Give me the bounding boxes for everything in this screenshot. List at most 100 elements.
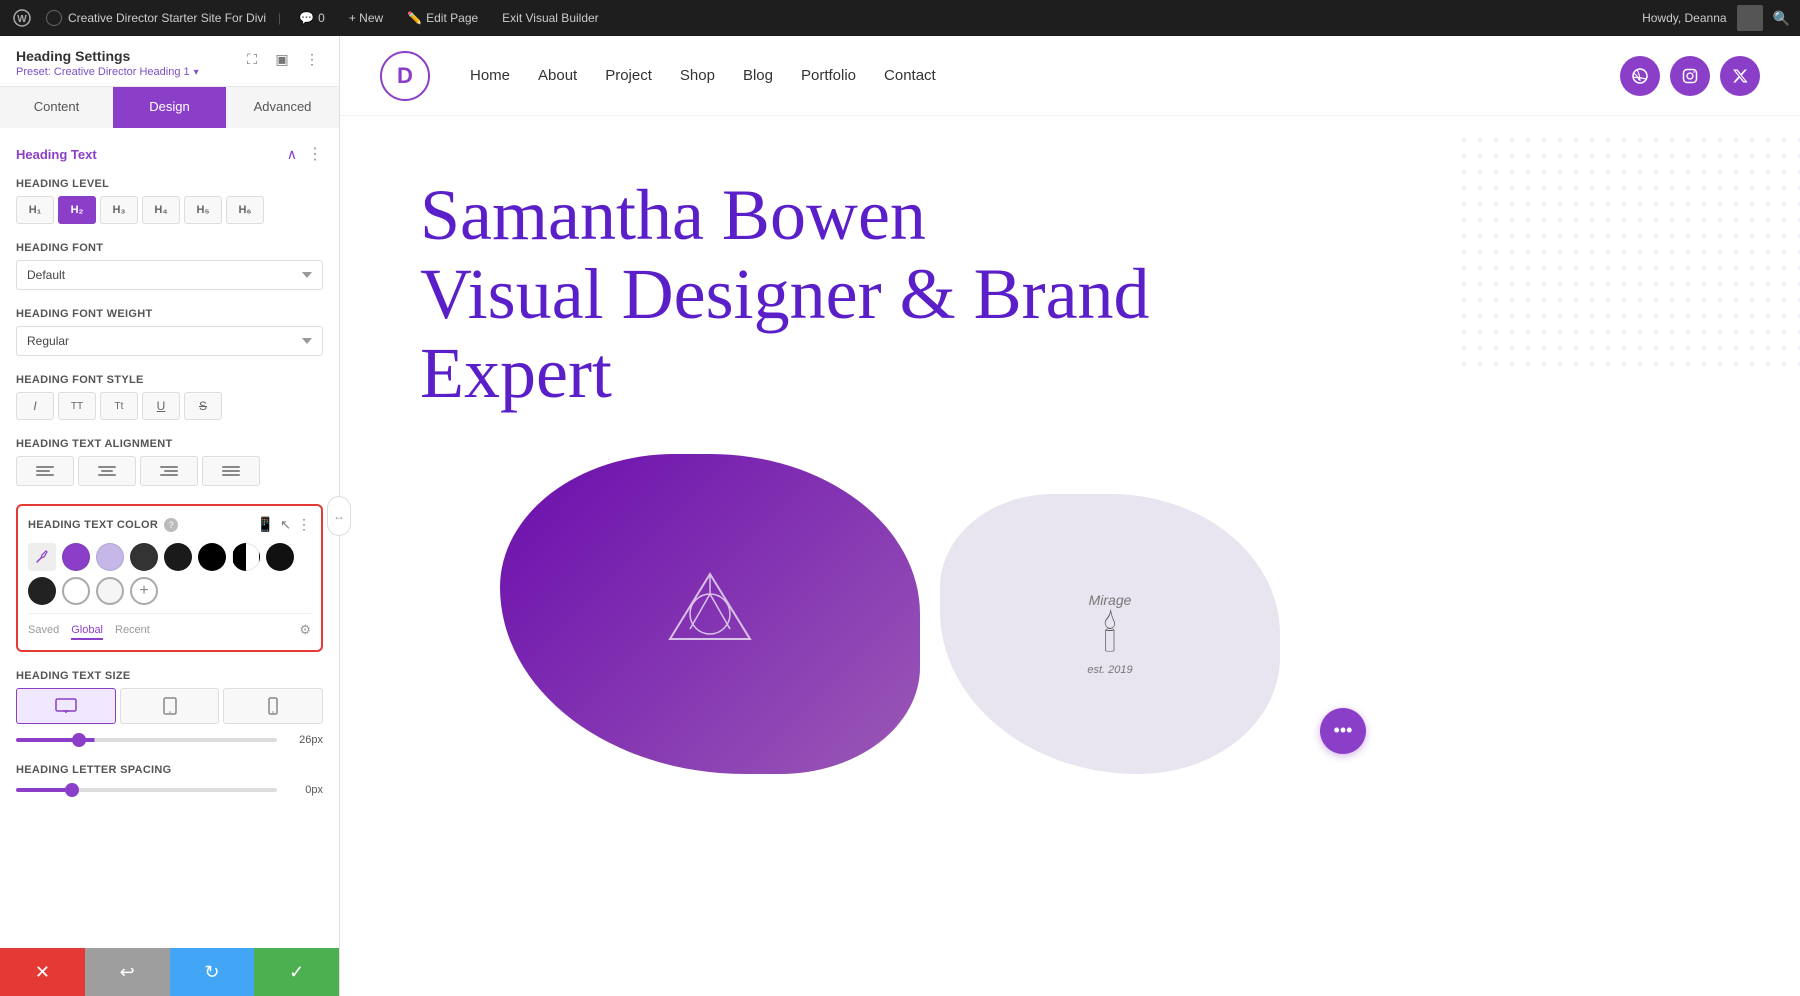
size-slider[interactable] xyxy=(16,738,277,742)
heading-level-label: Heading Level xyxy=(16,178,323,190)
swatch-outline-1[interactable] xyxy=(62,577,90,605)
save-button[interactable]: ✓ xyxy=(254,948,339,996)
h1-button[interactable]: H₁ xyxy=(16,196,54,224)
site-name[interactable]: Creative Director Starter Site For Divi xyxy=(46,10,266,26)
tablet-size-icon[interactable] xyxy=(120,688,220,724)
nav-portfolio[interactable]: Portfolio xyxy=(801,67,856,84)
letter-spacing-slider[interactable] xyxy=(16,788,277,792)
swatch-purple[interactable] xyxy=(62,543,90,571)
heading-font-select[interactable]: Default Open Sans Roboto Lato xyxy=(16,260,323,290)
tab-design[interactable]: Design xyxy=(113,87,226,128)
letter-spacing-container: 0px xyxy=(16,784,323,796)
color-cursor-icon[interactable]: ↖ xyxy=(280,517,291,533)
wp-logo[interactable]: W xyxy=(10,6,34,30)
panel-footer: ✕ ↩ ↻ ✓ xyxy=(0,948,339,996)
swatch-light-purple[interactable] xyxy=(96,543,124,571)
saved-tab[interactable]: Saved xyxy=(28,622,59,640)
avatar xyxy=(1737,5,1763,31)
admin-bar-right: Howdy, Deanna 🔍 xyxy=(1642,5,1790,31)
tab-advanced[interactable]: Advanced xyxy=(226,87,339,128)
color-settings-icon[interactable]: ⚙ xyxy=(299,622,311,640)
dribbble-button[interactable] xyxy=(1620,56,1660,96)
tab-content[interactable]: Content xyxy=(0,87,113,128)
heading-alignment-label: Heading Text Alignment xyxy=(16,438,323,450)
site-preview: D Home About Project Shop Blog Portfolio… xyxy=(340,36,1800,996)
columns-icon[interactable]: ▣ xyxy=(271,48,293,70)
color-more-icon[interactable]: ⋮ xyxy=(297,516,311,533)
italic-button[interactable]: I xyxy=(16,392,54,420)
dot-pattern-decoration xyxy=(1460,136,1800,396)
align-center-button[interactable] xyxy=(78,456,136,486)
section-collapse-icon[interactable]: ∧ xyxy=(287,146,297,163)
site-logo[interactable]: D xyxy=(380,51,430,101)
x-twitter-button[interactable] xyxy=(1720,56,1760,96)
nav-home[interactable]: Home xyxy=(470,67,510,84)
align-left-button[interactable] xyxy=(16,456,74,486)
heading-font-field: Heading Font Default Open Sans Roboto La… xyxy=(16,242,323,290)
heading-font-weight-select[interactable]: Regular Bold Light Medium xyxy=(16,326,323,356)
swatch-outline-2[interactable] xyxy=(96,577,124,605)
eyedropper-tool[interactable] xyxy=(28,543,56,571)
swatch-very-dark[interactable] xyxy=(266,543,294,571)
h5-button[interactable]: H₅ xyxy=(184,196,222,224)
uppercase-button[interactable]: TT xyxy=(58,392,96,420)
new-button[interactable]: + New xyxy=(343,11,389,25)
nav-project[interactable]: Project xyxy=(605,67,652,84)
instagram-button[interactable] xyxy=(1670,56,1710,96)
color-mobile-icon[interactable]: 📱 xyxy=(257,516,274,533)
section-menu-icon[interactable]: ⋮ xyxy=(307,144,323,164)
admin-bar: W Creative Director Starter Site For Div… xyxy=(0,0,1800,36)
heading-level-buttons: H₁ H₂ H₃ H₄ H₅ H₆ xyxy=(16,196,323,224)
comments-button[interactable]: 💬 0 xyxy=(293,11,331,25)
search-icon[interactable]: 🔍 xyxy=(1773,10,1790,27)
h2-button[interactable]: H₂ xyxy=(58,196,96,224)
cancel-button[interactable]: ✕ xyxy=(0,948,85,996)
panel-header: Heading Settings Preset: Creative Direct… xyxy=(0,36,339,87)
size-device-icons xyxy=(16,688,323,724)
nav-shop[interactable]: Shop xyxy=(680,67,715,84)
h4-button[interactable]: H₄ xyxy=(142,196,180,224)
heading-font-style-field: Heading Font Style I TT Tt U S xyxy=(16,374,323,420)
howdy-text: Howdy, Deanna xyxy=(1642,11,1727,25)
exit-builder-button[interactable]: Exit Visual Builder xyxy=(496,11,605,25)
capitalize-button[interactable]: Tt xyxy=(100,392,138,420)
nav-contact[interactable]: Contact xyxy=(884,67,936,84)
color-help-icon[interactable]: ? xyxy=(164,518,178,532)
desktop-size-icon[interactable] xyxy=(16,688,116,724)
fullscreen-icon[interactable]: ⛶ xyxy=(241,48,263,70)
nav-about[interactable]: About xyxy=(538,67,577,84)
align-justify-button[interactable] xyxy=(202,456,260,486)
edit-page-button[interactable]: ✏️ Edit Page xyxy=(401,11,484,25)
panel-header-icons: ⛶ ▣ ⋮ xyxy=(241,48,323,70)
section-header: Heading Text ∧ ⋮ xyxy=(16,144,323,164)
add-color-button[interactable]: + xyxy=(130,577,158,605)
swatch-near-black[interactable] xyxy=(164,543,192,571)
preset-dropdown-icon: ▾ xyxy=(194,67,199,78)
heading-font-style-label: Heading Font Style xyxy=(16,374,323,386)
swatch-dark-gray[interactable] xyxy=(130,543,158,571)
heading-size-field: Heading Text Size xyxy=(16,670,323,746)
heading-font-label: Heading Font xyxy=(16,242,323,254)
hero-section: Samantha Bowen Visual Designer & Brand E… xyxy=(340,116,1800,774)
more-options-icon[interactable]: ⋮ xyxy=(301,48,323,70)
main-layout: Heading Settings Preset: Creative Direct… xyxy=(0,36,1800,996)
align-right-button[interactable] xyxy=(140,456,198,486)
underline-button[interactable]: U xyxy=(142,392,180,420)
fab-button[interactable]: ••• xyxy=(1320,708,1366,754)
swatch-charcoal[interactable] xyxy=(28,577,56,605)
undo-button[interactable]: ↩ xyxy=(85,948,170,996)
strikethrough-button[interactable]: S xyxy=(184,392,222,420)
site-navigation: D Home About Project Shop Blog Portfolio… xyxy=(340,36,1800,116)
swatch-black[interactable] xyxy=(198,543,226,571)
panel-resize-handle[interactable]: ↔ xyxy=(327,496,351,536)
mobile-size-icon[interactable] xyxy=(223,688,323,724)
redo-button[interactable]: ↻ xyxy=(170,948,255,996)
h6-button[interactable]: H₆ xyxy=(226,196,264,224)
color-section-header: Heading Text Color ? 📱 ↖ ⋮ xyxy=(28,516,311,533)
global-tab[interactable]: Global xyxy=(71,622,103,640)
image-gallery: Mirage 🕯 est. 2019 ••• xyxy=(420,454,1720,774)
recent-tab[interactable]: Recent xyxy=(115,622,150,640)
swatch-half-black[interactable] xyxy=(232,543,260,571)
h3-button[interactable]: H₃ xyxy=(100,196,138,224)
nav-blog[interactable]: Blog xyxy=(743,67,773,84)
